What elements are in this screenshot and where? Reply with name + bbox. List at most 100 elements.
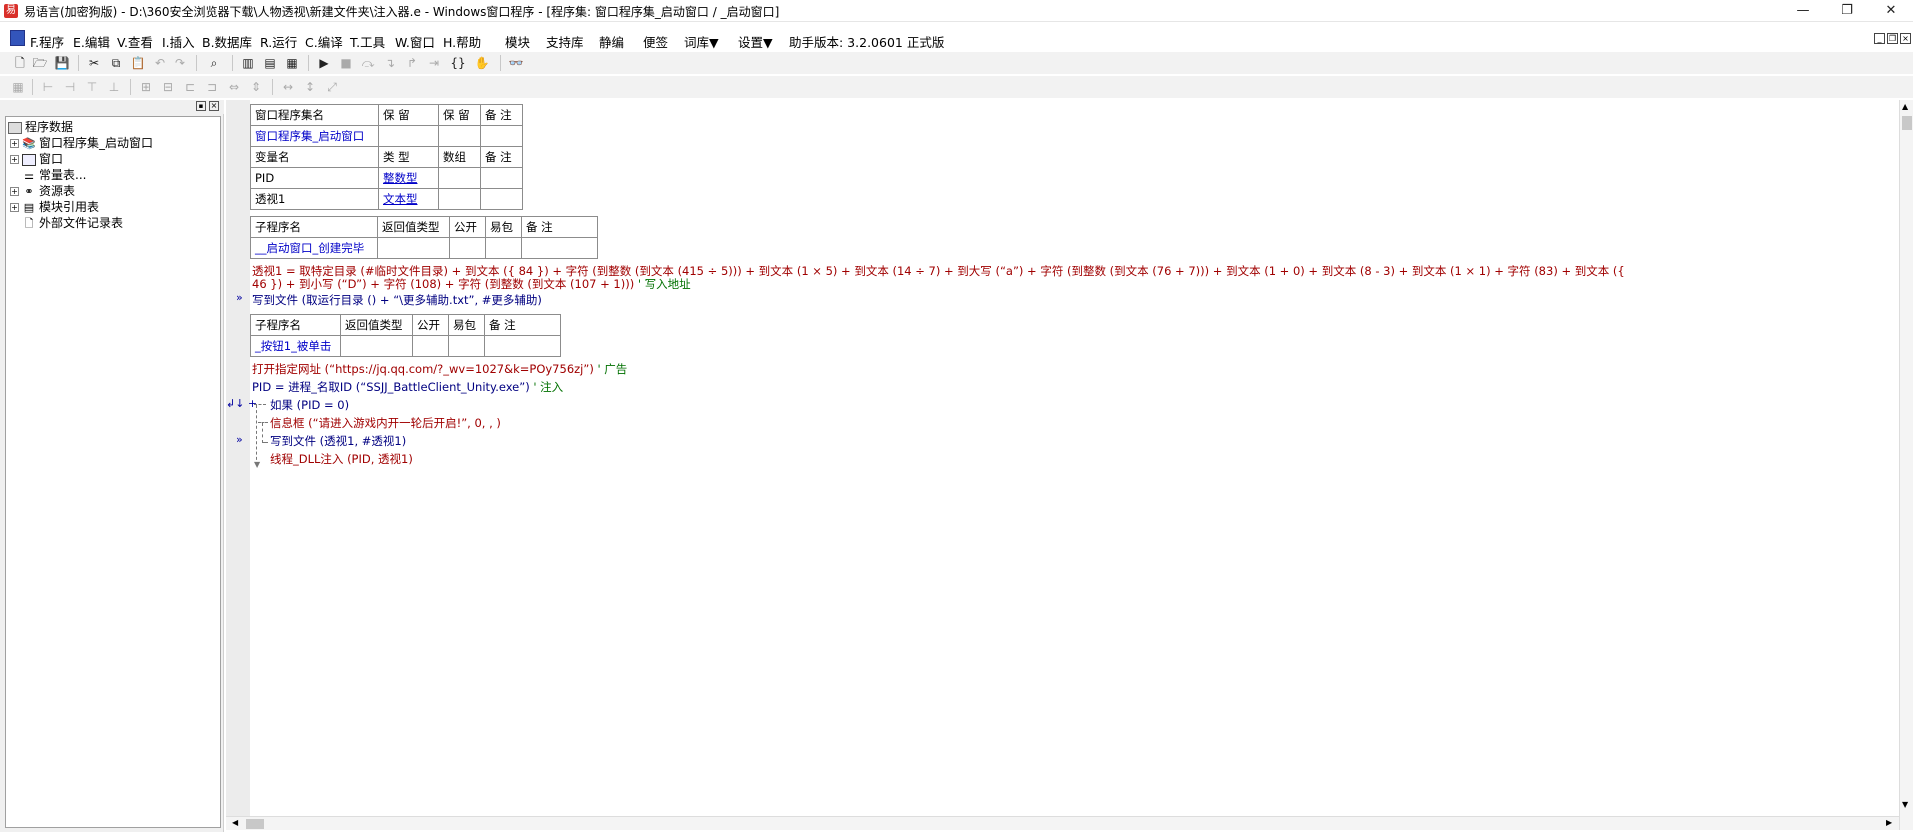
fold-marker-icon[interactable]: » (236, 433, 243, 446)
align-right-icon[interactable]: ⊣ (62, 79, 78, 95)
var-type-cell[interactable]: 整数型 (378, 167, 439, 189)
table-cell[interactable] (448, 335, 485, 357)
redo-icon[interactable]: ↷ (172, 55, 188, 71)
vertical-scrollbar[interactable]: ▲ ▼ (1899, 100, 1913, 830)
save-icon[interactable]: 💾 (54, 55, 70, 71)
code-line[interactable]: 写到文件 (取运行目录 () + “\更多辅助.txt”, #更多辅助) (252, 292, 542, 308)
paste-icon[interactable]: 📋 (130, 55, 146, 71)
var-type-cell[interactable]: 文本型 (378, 188, 439, 210)
table-cell[interactable] (412, 335, 449, 357)
menu-insert[interactable]: I.插入 (162, 32, 195, 50)
same-width-icon[interactable]: ⊏ (182, 79, 198, 95)
align-top-icon[interactable]: ⊤ (84, 79, 100, 95)
table-cell[interactable] (480, 167, 523, 189)
grid-icon[interactable]: ▦ (10, 79, 26, 95)
tree-item-module-refs[interactable]: + ▤ 模块引用表 (10, 198, 99, 214)
code-line[interactable]: 打开指定网址 (“https://jq.qq.com/?_wv=1027&k=P… (252, 361, 627, 377)
table-cell[interactable] (378, 125, 439, 147)
var-name-cell[interactable]: PID (250, 167, 379, 189)
table-cell[interactable] (480, 125, 523, 147)
menu-module[interactable]: 模块 (505, 32, 530, 50)
menu-support-lib[interactable]: 支持库 (546, 32, 584, 50)
table-cell[interactable] (521, 237, 598, 259)
expand-icon[interactable]: + (10, 203, 19, 212)
panel-pin-icon[interactable]: ▪ (196, 101, 206, 111)
align-left-icon[interactable]: ⊢ (40, 79, 56, 95)
assembly-name-cell[interactable]: 窗口程序集_启动窗口 (250, 125, 379, 147)
scroll-down-icon[interactable]: ▼ (1902, 800, 1908, 809)
tree-item-constants[interactable]: ⚌ 常量表... (22, 166, 86, 182)
tree-root[interactable]: 程序数据 (8, 118, 73, 134)
align-bottom-icon[interactable]: ⊥ (106, 79, 122, 95)
panel-close-icon[interactable]: × (209, 101, 219, 111)
table-cell[interactable] (438, 125, 481, 147)
sub-name-cell[interactable]: __启动窗口_创建完毕 (250, 237, 378, 259)
scroll-left-icon[interactable]: ◀ (232, 818, 238, 827)
layout-right-icon[interactable]: ▦ (284, 55, 300, 71)
menu-database[interactable]: B.数据库 (202, 32, 252, 50)
mdi-close-button[interactable]: × (1900, 33, 1911, 44)
code-line[interactable]: 写到文件 (透视1, #透视1) (270, 433, 406, 449)
code-editor[interactable]: 窗口程序集名 保 留 保 留 备 注 窗口程序集_启动窗口 变量名 类 型 数组… (226, 100, 1913, 830)
hscroll-thumb[interactable] (246, 819, 264, 829)
table-cell[interactable] (484, 335, 561, 357)
step-into-icon[interactable]: ↴ (382, 55, 398, 71)
table-cell[interactable] (438, 188, 481, 210)
tree-item-assembly[interactable]: + 📚 窗口程序集_启动窗口 (10, 134, 153, 150)
maximize-button[interactable]: ❐ (1825, 0, 1869, 22)
table-cell[interactable] (438, 167, 481, 189)
var-name-cell[interactable]: 透视1 (250, 188, 379, 210)
menu-edit[interactable]: E.编辑 (73, 32, 110, 50)
size-v-icon[interactable]: ↕ (302, 79, 318, 95)
undo-icon[interactable]: ↶ (152, 55, 168, 71)
table-cell[interactable] (340, 335, 413, 357)
mdi-minimize-button[interactable]: _ (1874, 33, 1885, 44)
code-line[interactable]: 线程_DLL注入 (PID, 透视1) (270, 451, 413, 467)
code-line[interactable]: 信息框 (“请进入游戏内开一轮后开启!”, 0, , ) (270, 415, 501, 431)
run-icon[interactable]: ▶ (316, 55, 332, 71)
code-line[interactable]: 46 }) + 到小写 (“D”) + 字符 (108) + 字符 (到整数 (… (252, 276, 691, 292)
close-button[interactable]: ✕ (1869, 0, 1913, 22)
expand-icon[interactable]: + (10, 155, 19, 164)
cut-icon[interactable]: ✂ (86, 55, 102, 71)
size-h-icon[interactable]: ↔ (280, 79, 296, 95)
center-h-icon[interactable]: ⊞ (138, 79, 154, 95)
menu-run[interactable]: R.运行 (260, 32, 297, 50)
menu-help[interactable]: H.帮助 (443, 32, 481, 50)
find-icon[interactable]: ⌕ (206, 55, 222, 71)
menu-window[interactable]: W.窗口 (395, 32, 435, 50)
mdi-restore-button[interactable]: ❐ (1887, 33, 1898, 44)
menu-compile[interactable]: C.编译 (305, 32, 343, 50)
stop-icon[interactable]: ■ (338, 55, 354, 71)
table-cell[interactable] (449, 237, 486, 259)
hand-icon[interactable]: ✋ (474, 55, 490, 71)
space-v-icon[interactable]: ⇕ (248, 79, 264, 95)
step-out-icon[interactable]: ↱ (404, 55, 420, 71)
expand-icon[interactable]: + (10, 187, 19, 196)
code-line[interactable]: 如果 (PID = 0) (270, 397, 349, 413)
step-over-icon[interactable]: ⤼ (360, 55, 376, 71)
space-h-icon[interactable]: ⇔ (226, 79, 242, 95)
fold-marker-icon[interactable]: » (236, 291, 243, 304)
open-folder-icon[interactable]: 🗁 (32, 55, 48, 71)
new-file-icon[interactable]: 🗋 (12, 55, 28, 71)
same-height-icon[interactable]: ⊐ (204, 79, 220, 95)
horizontal-scrollbar[interactable]: ◀ ▶ (226, 816, 1899, 830)
table-cell[interactable] (485, 237, 522, 259)
size-both-icon[interactable]: ⤢ (324, 79, 340, 95)
scroll-thumb[interactable] (1902, 116, 1912, 130)
menu-static-compile[interactable]: 静编 (599, 32, 624, 50)
menu-thesaurus[interactable]: 词库▼ (684, 32, 719, 50)
braces-icon[interactable]: {} (450, 55, 466, 71)
code-line[interactable]: PID = 进程_名取ID (“SSJJ_BattleClient_Unity.… (252, 379, 563, 395)
table-cell[interactable] (480, 188, 523, 210)
expand-icon[interactable]: + (10, 139, 19, 148)
menu-view[interactable]: V.查看 (117, 32, 153, 50)
menu-tools[interactable]: T.工具 (350, 32, 385, 50)
menu-settings[interactable]: 设置▼ (738, 32, 773, 50)
if-marker-icon[interactable]: ↲↓ + (226, 397, 257, 410)
table-cell[interactable] (377, 237, 450, 259)
editor-content[interactable]: 窗口程序集名 保 留 保 留 备 注 窗口程序集_启动窗口 变量名 类 型 数组… (250, 100, 1899, 818)
tree-item-resources[interactable]: + ⚭ 资源表 (10, 182, 75, 198)
layout-left-icon[interactable]: ▥ (240, 55, 256, 71)
